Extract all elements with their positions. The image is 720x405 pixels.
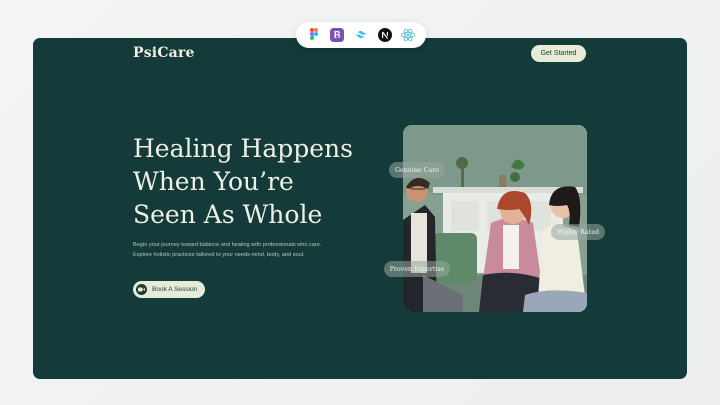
nextjs-icon (377, 27, 393, 43)
description-line: Explore holistic practices tailored to y… (133, 252, 305, 258)
bootstrap-icon (329, 27, 345, 43)
therapy-session-photo (403, 125, 587, 312)
video-camera-icon (136, 284, 147, 295)
genuine-care-tag: Genuine Care (389, 162, 445, 178)
description-line: Begin your journey toward balance and he… (133, 242, 322, 248)
highly-rated-tag: Highly Rated (551, 224, 605, 240)
headline-line: Healing Happens (133, 134, 353, 163)
figma-icon (306, 27, 322, 43)
tailwind-icon (353, 27, 369, 43)
brand-logo[interactable]: PsiCare (133, 45, 195, 61)
react-icon (400, 27, 416, 43)
headline-line: Seen As Whole (133, 200, 323, 229)
hero-description: Begin your journey toward balance and he… (133, 240, 373, 260)
hero-section: PsiCare Get Started Healing Happens When… (33, 38, 687, 379)
headline-line: When You’re (133, 167, 294, 196)
get-started-button[interactable]: Get Started (531, 45, 586, 62)
tech-stack-bar (296, 22, 426, 48)
book-session-label: Book A Session (152, 286, 198, 293)
book-session-button[interactable]: Book A Session (133, 281, 205, 298)
proven-expertise-tag: Proven Expertise (384, 261, 450, 277)
hero-headline: Healing Happens When You’re Seen As Whol… (133, 132, 393, 231)
